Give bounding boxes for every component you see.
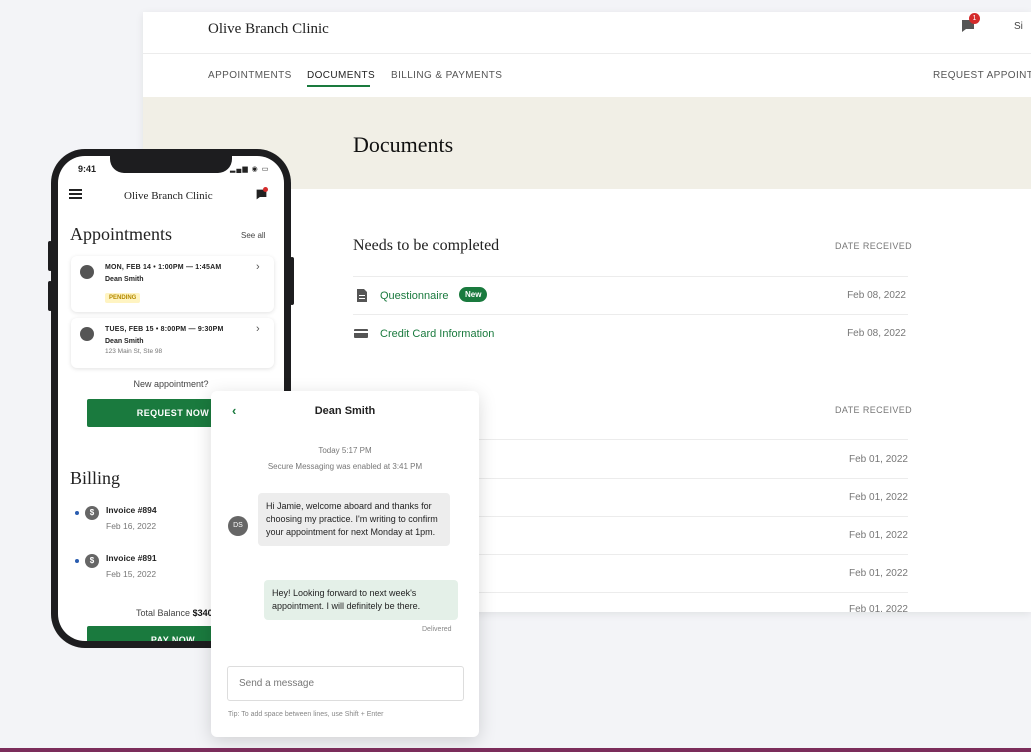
appointment-datetime: MON, FEB 14 • 1:00PM — 1:45AM [105,264,222,271]
message-input[interactable] [227,666,464,701]
invoice-name: Invoice #891 [106,553,157,563]
unread-dot [75,511,79,515]
bottom-accent-bar [0,748,1031,752]
appointment-provider: Dean Smith [105,338,144,345]
request-appointment-link[interactable]: REQUEST APPOINT [933,70,1031,81]
row-divider [473,592,908,593]
document-row[interactable]: Questionnaire New Feb 08, 2022 [353,276,908,314]
see-all-link[interactable]: See all [241,231,265,240]
status-icons: ▂▄▆ ◉ ▭ [230,166,270,173]
dollar-icon: $ [85,554,99,568]
appointment-datetime: TUES, FEB 15 • 8:00PM — 9:30PM [105,326,224,333]
new-appointment-prompt: New appointment? [133,379,209,389]
document-name[interactable]: Credit Card Information [380,328,494,340]
document-date: Feb 08, 2022 [847,290,906,301]
nav-appointments[interactable]: APPOINTMENTS [208,70,292,81]
row-divider [473,516,908,517]
incoming-message: Hi Jamie, welcome aboard and thanks for … [258,493,450,546]
location-icon [80,327,94,341]
desktop-header: Olive Branch Clinic 1 Si [143,12,1031,54]
invoice-date: Feb 16, 2022 [106,521,157,531]
nav-billing[interactable]: BILLING & PAYMENTS [391,70,502,81]
notification-dot [263,187,268,192]
outgoing-message: Hey! Looking forward to next week's appo… [264,580,458,620]
unread-dot [75,559,79,563]
total-balance-label: Total Balance [136,608,191,618]
document-date: Feb 01, 2022 [849,492,908,503]
credit-card-icon [354,329,368,338]
total-balance-value: $340 [192,608,213,618]
hamburger-menu-icon[interactable] [69,189,82,199]
total-balance: Total Balance $340 [136,608,213,618]
phone-side-button [48,281,52,311]
chevron-right-icon[interactable]: › [256,261,260,273]
clinic-brand[interactable]: Olive Branch Clinic [208,21,329,38]
billing-heading: Billing [70,468,121,488]
phone-notch [110,156,232,173]
video-icon [80,265,94,279]
document-date: Feb 01, 2022 [849,454,908,465]
active-tab-indicator [307,85,370,87]
status-badge: PENDING [105,293,141,303]
phone-brand: Olive Branch Clinic [124,190,213,202]
date-received-header: DATE RECEIVED [835,241,913,251]
appointment-card[interactable]: TUES, FEB 15 • 8:00PM — 9:30PM Dean Smit… [71,318,274,368]
notification-badge: 1 [969,13,980,24]
row-divider [473,478,908,479]
appointment-card[interactable]: MON, FEB 14 • 1:00PM — 1:45AM Dean Smith… [71,256,274,312]
chat-panel: ‹ Dean Smith Today 5:17 PM Secure Messag… [211,391,479,737]
document-date: Feb 08, 2022 [847,328,906,339]
appointments-heading: Appointments [70,224,172,244]
input-tip: Tip: To add space between lines, use Shi… [228,711,384,718]
phone-side-button [290,257,294,305]
section-title-needs: Needs to be completed [353,237,500,254]
date-received-header: DATE RECEIVED [835,405,913,415]
row-divider [473,554,908,555]
document-date: Feb 01, 2022 [849,568,908,579]
invoice-date: Feb 15, 2022 [106,569,157,579]
desktop-nav: APPOINTMENTS DOCUMENTS BILLING & PAYMENT… [143,54,1031,98]
phone-time: 9:41 [78,164,97,174]
delivered-status: Delivered [422,626,452,633]
sign-in-link[interactable]: Si [1014,21,1023,32]
nav-documents[interactable]: DOCUMENTS [307,70,375,81]
chat-system-note: Secure Messaging was enabled at 3:41 PM [267,462,423,471]
avatar: DS [228,516,248,536]
appointment-provider: Dean Smith [105,276,144,283]
invoice-name: Invoice #894 [106,505,157,515]
dollar-icon: $ [85,506,99,520]
document-icon [357,289,367,302]
chat-contact-name: Dean Smith [314,405,376,417]
new-badge: New [459,287,488,302]
document-date: Feb 01, 2022 [849,530,908,541]
appointment-address: 123 Main St, Ste 98 [105,348,163,355]
document-name[interactable]: Questionnaire [380,290,449,302]
row-divider [473,439,908,440]
phone-side-button [48,241,52,271]
document-row[interactable]: Credit Card Information Feb 08, 2022 [353,314,908,352]
page-title: Documents [353,132,454,157]
document-date: Feb 01, 2022 [849,604,908,612]
chevron-right-icon[interactable]: › [256,323,260,335]
chat-timestamp: Today 5:17 PM [318,446,372,455]
